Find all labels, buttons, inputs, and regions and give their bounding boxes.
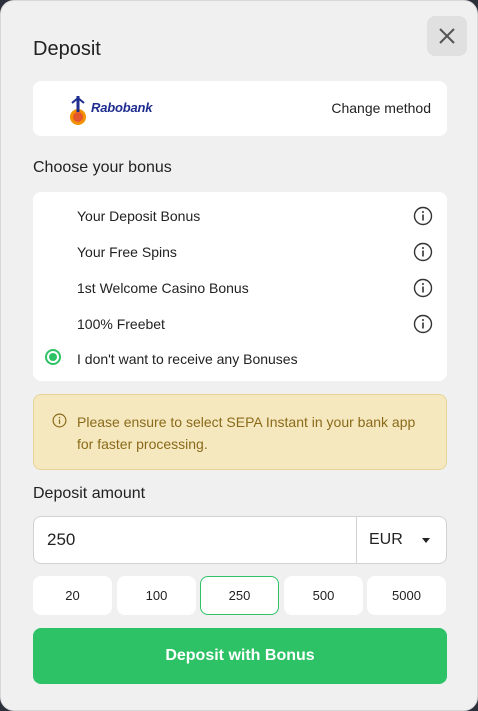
change-method-link[interactable]: Change method: [331, 100, 431, 116]
preset-250-button[interactable]: 250: [200, 576, 279, 615]
amount-input[interactable]: [34, 517, 354, 563]
info-icon: [52, 413, 67, 428]
preset-5000-button[interactable]: 5000: [367, 576, 446, 615]
deposit-modal: Deposit Rabobank Change method Choose yo…: [0, 0, 478, 711]
bonus-option-deposit-bonus[interactable]: Your Deposit Bonus: [33, 201, 447, 231]
bonus-option-no-bonus[interactable]: I don't want to receive any Bonuses: [33, 344, 447, 374]
notice-text: Please ensure to select SEPA Instant in …: [77, 414, 416, 452]
info-icon[interactable]: [413, 206, 433, 226]
bonus-option-label: 1st Welcome Casino Bonus: [77, 280, 249, 296]
sepa-notice: Please ensure to select SEPA Instant in …: [33, 394, 447, 470]
bank-name: Rabobank: [91, 100, 153, 115]
bonus-option-welcome-casino[interactable]: 1st Welcome Casino Bonus: [33, 273, 447, 303]
bonus-option-freebet[interactable]: 100% Freebet: [33, 309, 447, 339]
bonus-option-label: I don't want to receive any Bonuses: [77, 351, 298, 367]
bonus-heading: Choose your bonus: [33, 159, 172, 176]
currency-select[interactable]: EUR: [356, 517, 447, 563]
info-icon[interactable]: [413, 278, 433, 298]
info-icon[interactable]: [413, 242, 433, 262]
preset-100-button[interactable]: 100: [117, 576, 196, 615]
bonus-option-label: 100% Freebet: [77, 316, 165, 332]
info-icon[interactable]: [413, 314, 433, 334]
bonus-option-label: Your Free Spins: [77, 244, 177, 260]
modal-title: Deposit: [33, 38, 101, 60]
bonus-option-label: Your Deposit Bonus: [77, 208, 201, 224]
deposit-amount-heading: Deposit amount: [33, 485, 146, 502]
payment-method-card: Rabobank Change method: [33, 81, 447, 136]
preset-500-button[interactable]: 500: [284, 576, 363, 615]
preset-20-button[interactable]: 20: [33, 576, 112, 615]
chevron-down-icon: [422, 538, 430, 543]
currency-label: EUR: [369, 531, 403, 548]
deposit-with-bonus-button[interactable]: Deposit with Bonus: [33, 628, 447, 684]
close-button[interactable]: [427, 16, 467, 56]
radio-selected[interactable]: [45, 349, 61, 365]
bonus-options-list: Your Deposit Bonus Your Free Spins 1st W…: [33, 192, 447, 381]
bonus-option-free-spins[interactable]: Your Free Spins: [33, 237, 447, 267]
close-icon: [439, 28, 455, 44]
amount-field-group: EUR: [33, 516, 447, 564]
